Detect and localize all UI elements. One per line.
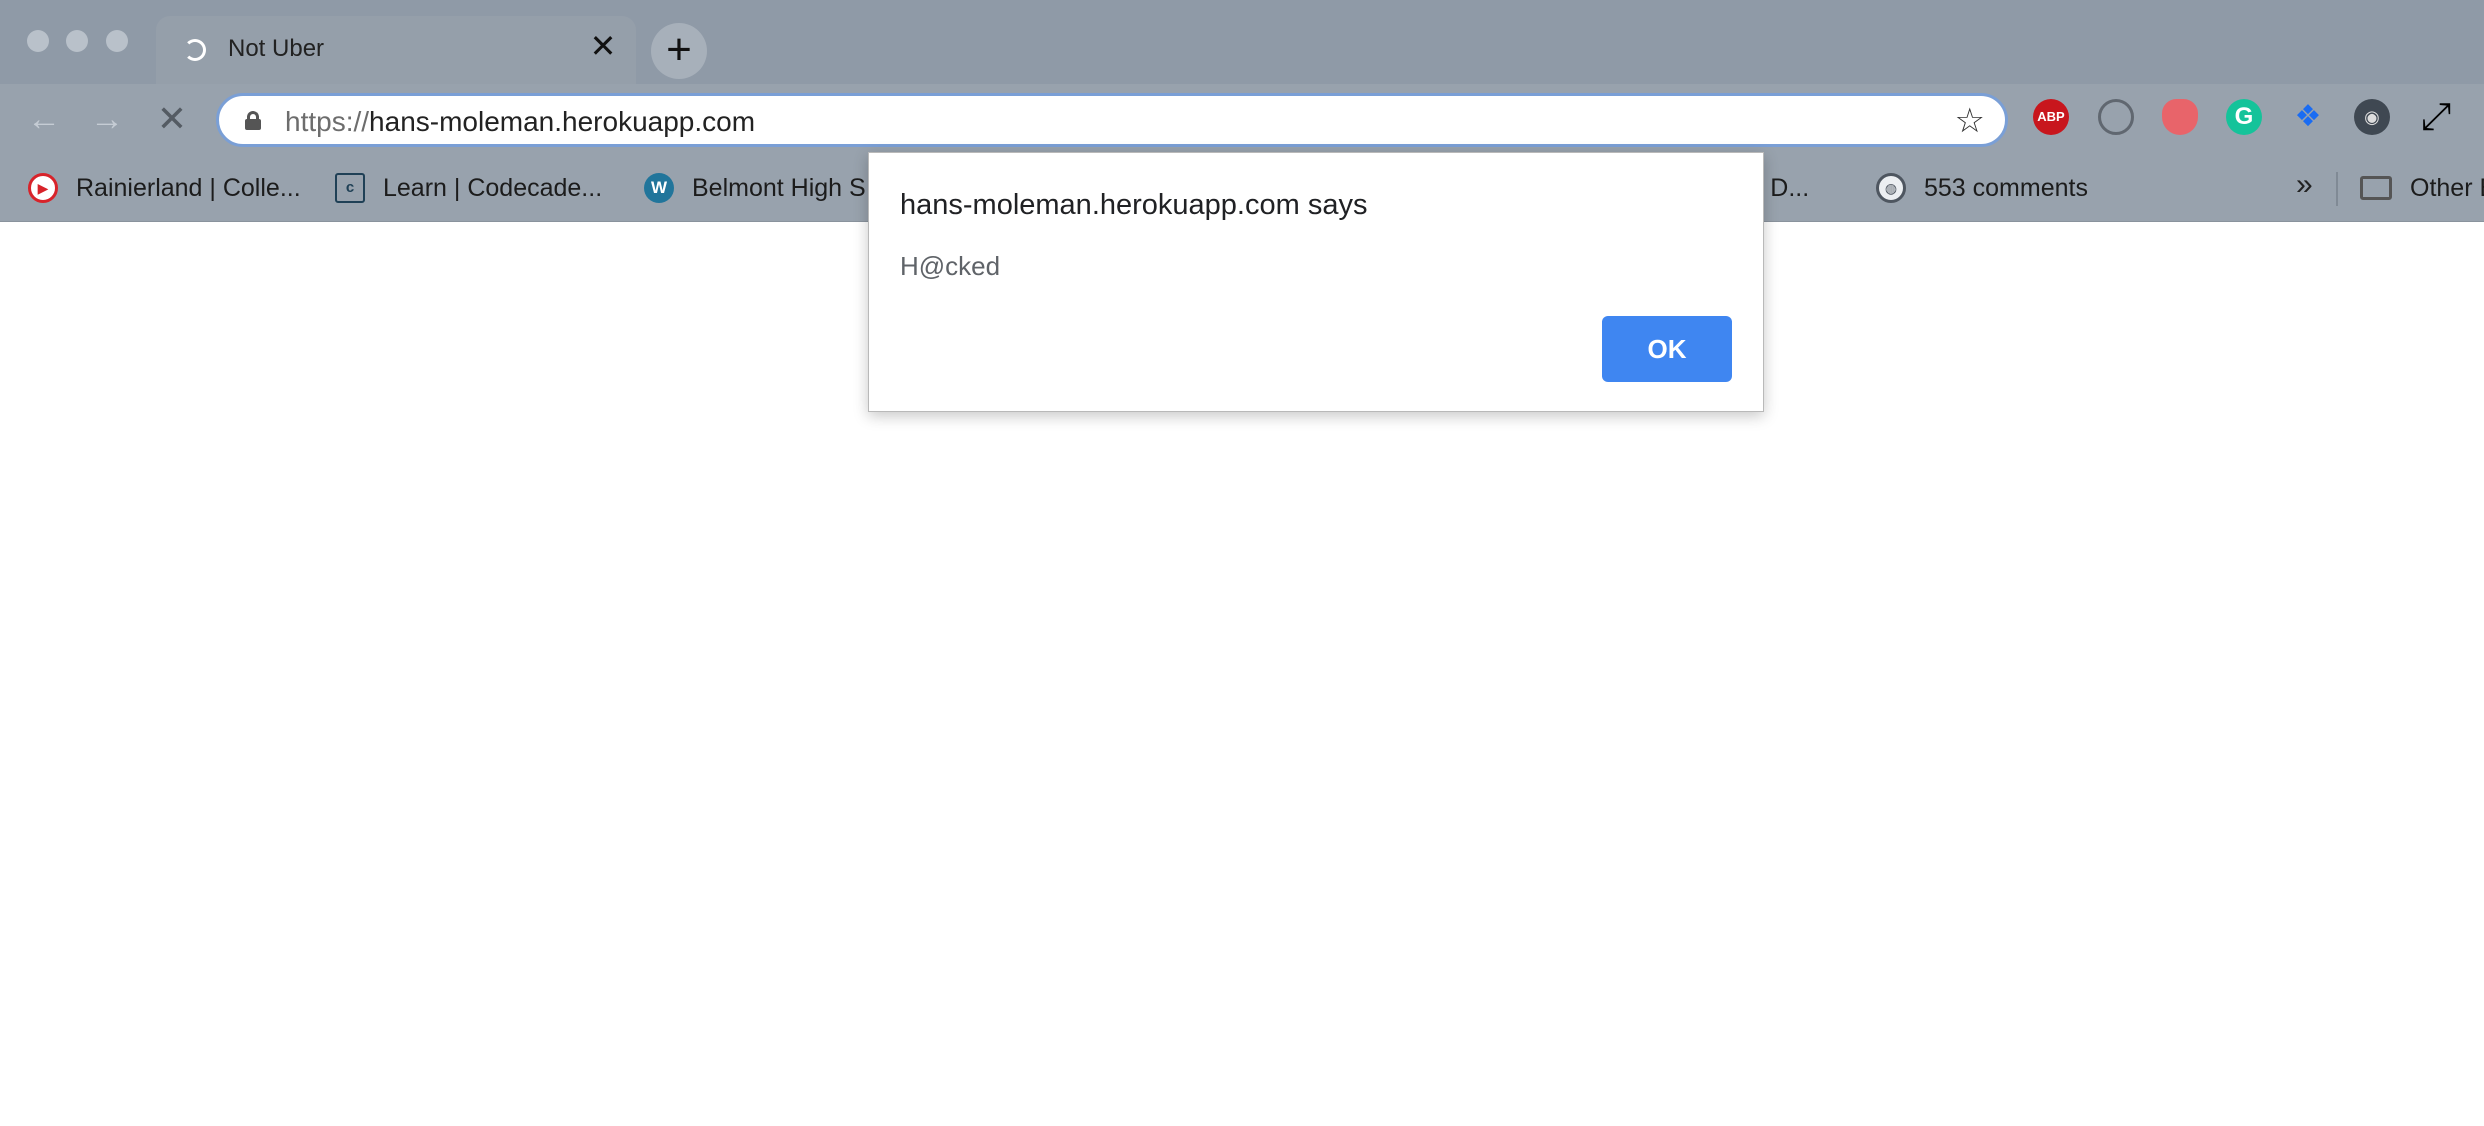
bookmark-star-icon[interactable]: ☆ xyxy=(1955,101,1985,141)
bookmarks-overflow-button[interactable]: » xyxy=(2296,168,2313,202)
folder-icon xyxy=(2360,176,2392,200)
youtube-play-icon: ▶ xyxy=(28,173,58,203)
bookmark-other-folder[interactable]: Other B xyxy=(2360,168,2484,208)
bookmark-label: Other B xyxy=(2410,173,2484,202)
tab-close-icon[interactable]: ✕ xyxy=(588,30,618,62)
mask-extension-icon[interactable]: ◉ xyxy=(2354,99,2390,135)
dialog-title: hans-moleman.herokuapp.com says xyxy=(900,189,1368,221)
dialog-message: H@cked xyxy=(900,251,1001,281)
loading-spinner-icon xyxy=(184,39,206,61)
window-close-button[interactable] xyxy=(27,30,49,52)
lightbulb-extension-icon[interactable] xyxy=(2098,99,2134,135)
bookmark-label: Belmont High S xyxy=(692,173,866,202)
alert-dialog: hans-moleman.herokuapp.com says H@cked O… xyxy=(868,152,1764,412)
new-tab-button[interactable]: + xyxy=(651,23,707,79)
bookmark-553-comments[interactable]: ◍ 553 comments xyxy=(1876,168,2088,208)
window-minimize-button[interactable] xyxy=(66,30,88,52)
forward-button[interactable]: → xyxy=(85,98,129,142)
shield-extension-icon[interactable] xyxy=(2162,99,2198,135)
adblock-plus-icon[interactable]: ABP xyxy=(2033,99,2069,135)
url-scheme: https:// xyxy=(285,106,370,137)
bookmark-codecademy[interactable]: c Learn | Codecade... xyxy=(335,168,602,208)
bookmarks-divider xyxy=(2336,172,2338,206)
ok-button[interactable]: OK xyxy=(1602,316,1732,382)
grammarly-icon[interactable]: G xyxy=(2226,99,2262,135)
address-bar[interactable]: https://hans-moleman.herokuapp.com ☆ xyxy=(216,93,2008,147)
bookmark-rainierland[interactable]: ▶ Rainierland | Colle... xyxy=(28,168,301,208)
url-text[interactable]: https://hans-moleman.herokuapp.com xyxy=(285,106,755,138)
tab-active[interactable]: Not Uber ✕ xyxy=(156,16,636,84)
stop-loading-button[interactable]: ✕ xyxy=(150,98,194,142)
codecademy-icon: c xyxy=(335,173,365,203)
bookmark-belmont[interactable]: W Belmont High S xyxy=(644,168,866,208)
wordpress-icon: W xyxy=(644,173,674,203)
globe-icon: ◍ xyxy=(1876,173,1906,203)
tab-title: Not Uber xyxy=(228,35,325,62)
bookmark-label: 553 comments xyxy=(1924,173,2088,202)
url-host: hans-moleman.herokuapp.com xyxy=(369,106,756,137)
lock-icon[interactable] xyxy=(245,111,261,130)
bookmark-label: Learn | Codecade... xyxy=(383,173,603,202)
expand-icon[interactable]: ⤢ xyxy=(2418,98,2454,136)
dropbox-icon[interactable]: ❖ xyxy=(2290,99,2326,135)
tab-strip: Not Uber ✕ + xyxy=(0,0,2484,84)
bookmark-label: Rainierland | Colle... xyxy=(76,173,301,202)
back-button[interactable]: ← xyxy=(22,98,66,142)
toolbar: ← → ✕ https://hans-moleman.herokuapp.com… xyxy=(0,84,2484,156)
window-maximize-button[interactable] xyxy=(106,30,128,52)
